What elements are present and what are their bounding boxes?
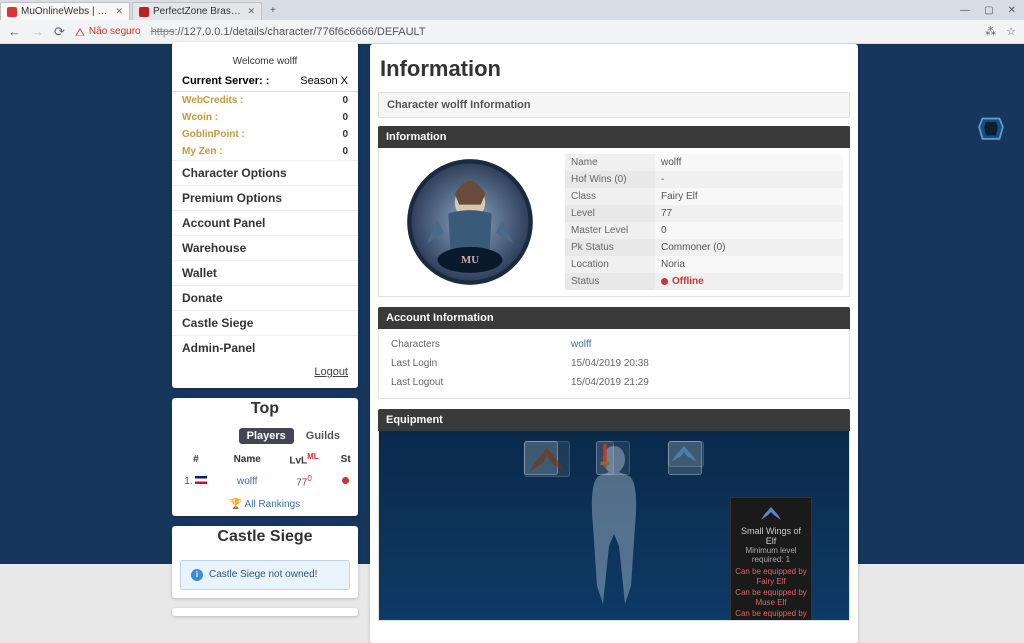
col-status: St: [333, 448, 358, 470]
equip-slot[interactable]: [668, 441, 702, 475]
close-icon[interactable]: ✕: [247, 6, 255, 17]
all-rankings-link[interactable]: All Rankings: [245, 499, 301, 510]
menu-item[interactable]: Premium Options: [172, 185, 358, 210]
close-window-icon[interactable]: ✕: [1008, 5, 1016, 16]
section-head: Account Information: [378, 307, 850, 329]
insecure-label: Não seguro: [89, 26, 141, 37]
browser-tab-bar: MuOnlineWebs | New Powerful! ✕ PerfectZo…: [0, 0, 1024, 20]
info-row: Namewolff: [565, 154, 843, 171]
info-row: Pk StatusCommoner (0): [565, 239, 843, 256]
favicon: [139, 7, 149, 17]
info-row: LocationNoria: [565, 256, 843, 273]
svg-text:MU: MU: [461, 254, 479, 266]
player-link[interactable]: wolff: [237, 476, 257, 487]
credit-row: WebCredits :0: [172, 92, 358, 109]
panel-stub: [172, 608, 358, 616]
section-head: Equipment: [378, 409, 850, 431]
url-display[interactable]: https://127.0.0.1/details/character/776f…: [151, 26, 426, 38]
new-tab-button[interactable]: +: [270, 5, 276, 16]
panel-title: [172, 38, 358, 48]
equip-slot[interactable]: [596, 441, 614, 475]
weapon-icon: [597, 442, 613, 472]
col-lvl: LvLML: [275, 448, 334, 470]
account-row: Last Logout15/04/2019 21:29: [385, 373, 843, 392]
status-dot: [342, 477, 349, 484]
maximize-icon[interactable]: ▢: [984, 5, 993, 16]
account-panel-widget: Welcome wolff Current Server: : Season X…: [172, 42, 358, 388]
rank-table: # Name LvLML St 1. wolff 770: [172, 448, 358, 493]
insecure-badge[interactable]: Não seguro: [75, 26, 141, 37]
browser-tab[interactable]: PerfectZone Brasil Forums ✕: [132, 2, 262, 20]
reload-button[interactable]: ⟳: [54, 24, 65, 40]
panel-title: Castle Siege: [172, 522, 358, 548]
account-info-section: Account Information CharacterswolffLast …: [378, 307, 850, 399]
equip-slot[interactable]: [524, 441, 558, 475]
side-badge-icon[interactable]: [974, 110, 1008, 144]
menu-item[interactable]: Account Panel: [172, 210, 358, 235]
back-button[interactable]: ←: [8, 24, 21, 39]
minimize-icon[interactable]: —: [960, 5, 970, 16]
tab-players[interactable]: Players: [239, 428, 294, 444]
info-row: Hof Wins (0)-: [565, 171, 843, 188]
menu-item[interactable]: Wallet: [172, 260, 358, 285]
tab-title: PerfectZone Brasil Forums: [153, 6, 241, 17]
credit-row: GoblinPoint :0: [172, 126, 358, 143]
top-rankings-widget: Top Players Guilds # Name LvLML St 1. wo…: [172, 398, 358, 516]
account-row: Last Login15/04/2019 20:38: [385, 354, 843, 373]
tab-title: MuOnlineWebs | New Powerful!: [21, 6, 109, 17]
account-row: Characterswolff: [385, 335, 843, 354]
server-label: Current Server: :: [182, 75, 269, 87]
server-value: Season X: [300, 75, 348, 87]
server-row: Current Server: : Season X: [172, 73, 358, 92]
col-name: Name: [220, 448, 275, 470]
char-link[interactable]: wolff: [571, 339, 591, 350]
main-panel: Information Character wolff Information …: [370, 44, 858, 643]
credit-row: Wcoin :0: [172, 109, 358, 126]
menu-item[interactable]: Character Options: [172, 160, 358, 185]
address-bar: ← → ⟳ Não seguro https://127.0.0.1/detai…: [0, 20, 1024, 44]
info-row: Master Level0: [565, 222, 843, 239]
panel-title: Top: [172, 394, 358, 420]
credit-row: My Zen :0: [172, 143, 358, 160]
welcome-text: Welcome wolff: [172, 52, 358, 73]
menu-item[interactable]: Donate: [172, 285, 358, 310]
wings-icon: [759, 504, 783, 522]
window-controls: — ▢ ✕: [960, 5, 1024, 16]
sub-banner: Character wolff Information: [378, 92, 850, 118]
page-body: Welcome wolff Current Server: : Season X…: [0, 44, 1024, 564]
forward-button[interactable]: →: [31, 24, 44, 39]
information-section: Information: [378, 126, 850, 297]
info-message: i Castle Siege not owned!: [180, 560, 350, 590]
flag-icon: [195, 476, 207, 484]
browser-tab[interactable]: MuOnlineWebs | New Powerful! ✕: [0, 2, 130, 20]
logout-link[interactable]: Logout: [314, 366, 348, 378]
info-row: ClassFairy Elf: [565, 188, 843, 205]
col-rank: #: [172, 448, 220, 470]
equipment-section: Equipment: [378, 409, 850, 621]
menu-item[interactable]: Warehouse: [172, 235, 358, 260]
menu-item[interactable]: Castle Siege: [172, 310, 358, 335]
menu-item[interactable]: Admin-Panel: [172, 335, 358, 360]
item-tooltip: Small Wings of Elf Minimum level require…: [730, 497, 812, 621]
warning-icon: [75, 27, 85, 37]
equipment-mannequin: Small Wings of Elf Minimum level require…: [524, 441, 704, 621]
castle-siege-widget: Castle Siege i Castle Siege not owned!: [172, 526, 358, 598]
bookmark-icon[interactable]: ☆: [1006, 25, 1016, 38]
character-image: MU: [385, 154, 555, 290]
info-row: StatusOffline: [565, 273, 843, 290]
info-row: Level77: [565, 205, 843, 222]
page-title: Information: [378, 52, 850, 92]
section-head: Information: [378, 126, 850, 148]
info-icon: i: [191, 569, 203, 581]
tab-guilds[interactable]: Guilds: [298, 428, 348, 444]
favicon: [7, 7, 17, 17]
close-icon[interactable]: ✕: [115, 6, 123, 17]
table-row: 1. wolff 770: [172, 470, 358, 492]
translate-icon[interactable]: ⁂: [985, 25, 996, 38]
